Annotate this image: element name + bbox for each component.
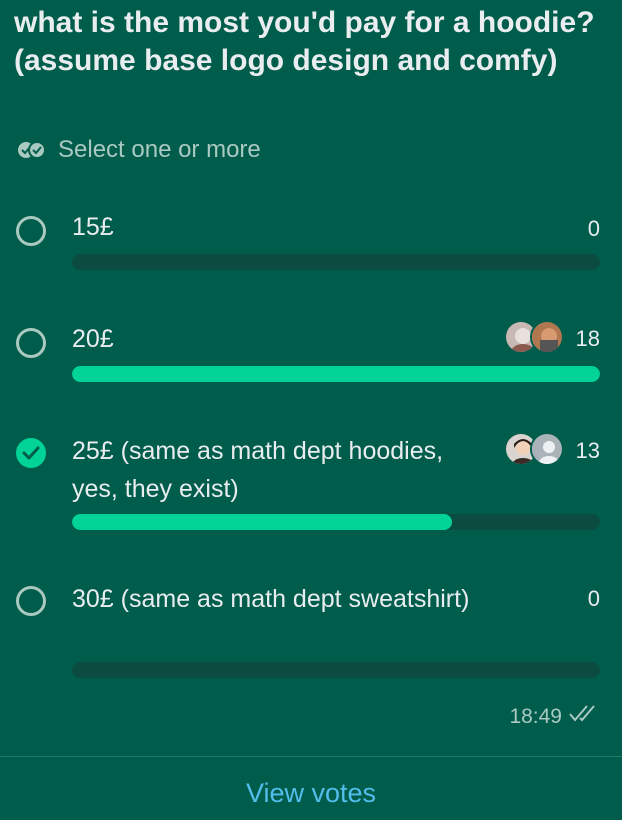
option-label: 20£ <box>72 325 114 353</box>
option-label: 30£ (same as math dept sweatshirt) <box>72 585 470 613</box>
vote-count: 0 <box>587 586 600 611</box>
vote-count: 18 <box>575 326 600 351</box>
voter-avatars[interactable] <box>504 320 564 354</box>
poll-hint: Select one or more <box>16 136 261 164</box>
poll-question: what is the most you'd pay for a hoodie?… <box>14 6 595 77</box>
double-check-circle-icon <box>16 139 48 161</box>
message-timestamp: 18:49 <box>509 704 600 730</box>
avatar <box>530 320 564 354</box>
vote-count: 0 <box>587 216 600 241</box>
default-avatar <box>530 432 564 466</box>
time-text: 18:49 <box>509 705 562 728</box>
vote-bar <box>72 366 600 382</box>
vote-bar <box>72 514 600 530</box>
vote-bar-fill <box>72 366 600 382</box>
radio-button[interactable] <box>16 328 46 358</box>
radio-button-checked[interactable] <box>16 438 46 468</box>
view-votes-button[interactable]: View votes <box>0 778 622 809</box>
divider <box>0 756 622 757</box>
vote-bar <box>72 254 600 270</box>
double-check-icon <box>568 704 600 730</box>
poll-hint-text: Select one or more <box>58 136 261 163</box>
vote-bar <box>72 662 600 678</box>
checkmark-icon <box>22 446 40 460</box>
radio-button[interactable] <box>16 586 46 616</box>
option-label: 15£ <box>72 213 114 241</box>
vote-bar-fill <box>72 514 453 530</box>
option-label: 25£ (same as math dept hoodies, yes, the… <box>72 437 444 503</box>
radio-button[interactable] <box>16 216 46 246</box>
voter-avatars[interactable] <box>504 432 564 466</box>
vote-count: 13 <box>575 438 600 463</box>
